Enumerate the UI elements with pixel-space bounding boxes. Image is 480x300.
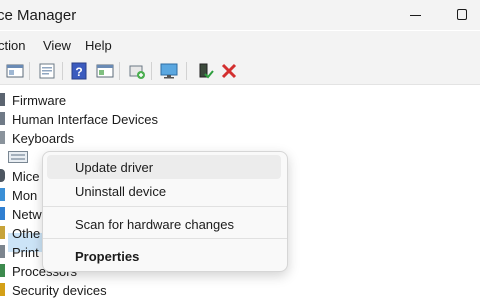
properties-button[interactable] [4, 60, 26, 82]
menu-view[interactable]: View [43, 38, 71, 53]
view-button[interactable] [94, 60, 116, 82]
remove-device-button[interactable] [218, 60, 240, 82]
menu-help[interactable]: Help [85, 38, 112, 53]
menu-bar: ction View Help [0, 31, 480, 57]
hid-icon [0, 112, 5, 125]
update-driver-icon [129, 65, 145, 79]
toolbar-separator [62, 62, 63, 80]
enable-device-button[interactable] [194, 60, 216, 82]
minimize-icon [410, 15, 421, 16]
menu-separator [43, 206, 287, 207]
scan-hardware-menu-item[interactable]: Scan for hardware changes [47, 212, 281, 236]
menu-action[interactable]: ction [0, 38, 25, 53]
update-driver-menu-item[interactable]: Update driver [47, 155, 281, 179]
properties-menu-item[interactable]: Properties [47, 244, 281, 268]
show-hidden-icon [39, 63, 55, 79]
monitor-device-icon [0, 188, 5, 201]
minimize-button[interactable] [392, 0, 438, 30]
properties-icon [6, 64, 24, 78]
scan-hardware-button[interactable] [158, 60, 180, 82]
keyboard-device-icon [8, 151, 28, 163]
maximize-button[interactable] [438, 0, 480, 30]
tree-item-security[interactable]: Security devices [0, 280, 480, 299]
tree-item-keyboards[interactable]: Keyboards [0, 128, 480, 147]
uninstall-device-menu-item[interactable]: Uninstall device [47, 179, 281, 203]
security-icon [0, 283, 5, 296]
view-icon [96, 64, 114, 78]
svg-text:?: ? [75, 65, 82, 79]
keyboard-icon [0, 131, 5, 144]
context-menu: Update driver Uninstall device Scan for … [42, 151, 288, 272]
toolbar-separator [186, 62, 187, 80]
toolbar-separator [29, 62, 30, 80]
monitor-icon [160, 63, 178, 79]
tree-item-firmware[interactable]: Firmware [0, 90, 480, 109]
network-icon [0, 207, 5, 220]
processor-icon [0, 264, 5, 277]
title-bar: ce Manager [0, 0, 480, 30]
window-title: ce Manager [0, 7, 77, 24]
toolbar-separator [119, 62, 120, 80]
menu-separator [43, 238, 287, 239]
toolbar: ? [0, 57, 480, 85]
enable-device-icon [199, 63, 214, 79]
other-devices-icon [0, 226, 5, 239]
help-icon: ? [71, 62, 87, 80]
tree-item-hid[interactable]: Human Interface Devices [0, 109, 480, 128]
update-driver-button[interactable] [126, 60, 148, 82]
maximize-icon [457, 9, 467, 20]
help-button[interactable]: ? [68, 60, 90, 82]
printer-icon [0, 245, 5, 258]
remove-device-icon [221, 63, 237, 79]
show-hidden-button[interactable] [36, 60, 58, 82]
firmware-icon [0, 93, 5, 106]
toolbar-separator [151, 62, 152, 80]
mouse-icon [0, 169, 5, 182]
